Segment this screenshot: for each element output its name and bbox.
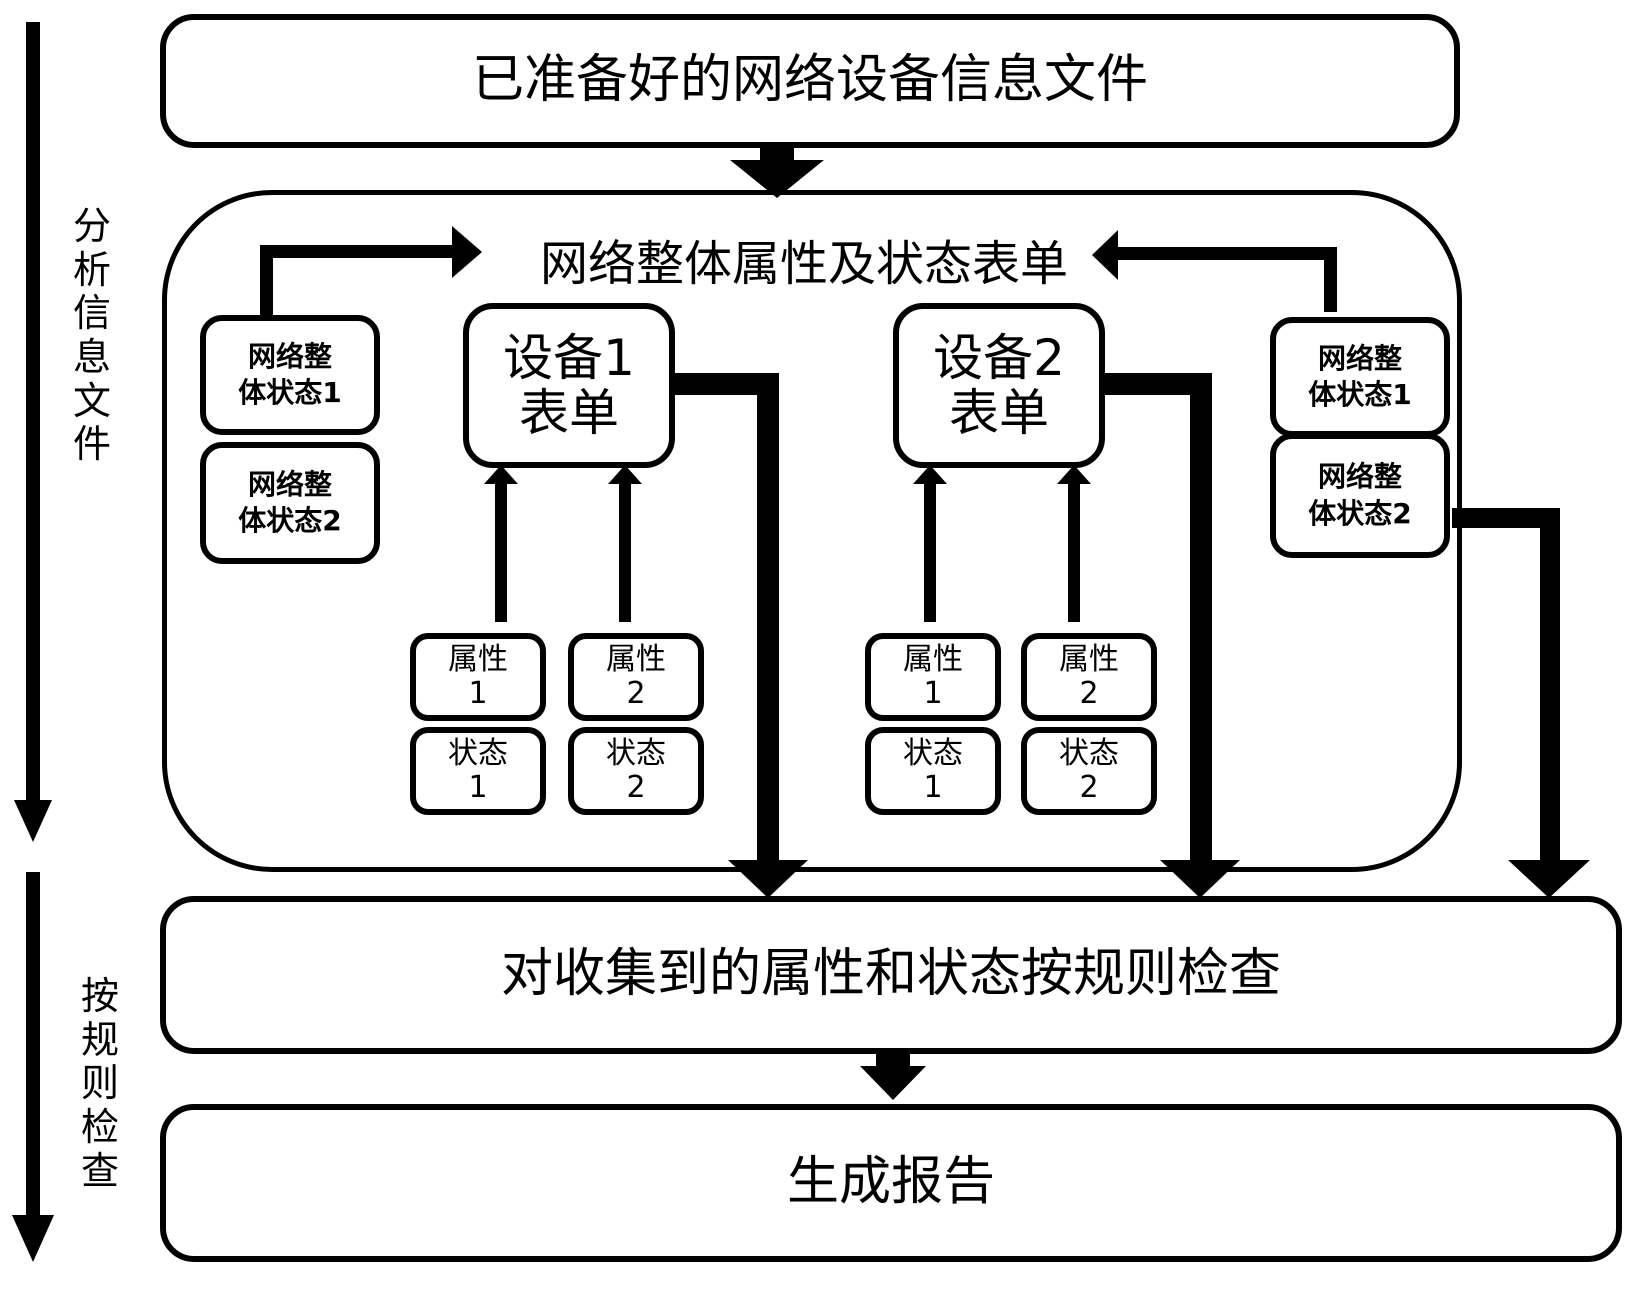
- generate-report-label: 生成报告: [786, 1152, 995, 1213]
- device-2-attribute-1: 属性 1: [865, 633, 1001, 721]
- device-line: 设备2: [933, 328, 1065, 387]
- phase-char: 查: [80, 1148, 119, 1193]
- item-line: 1: [468, 770, 488, 805]
- state-line: 体状态1: [1308, 378, 1412, 411]
- item-line: 1: [923, 770, 943, 805]
- generate-report-box: 生成报告: [160, 1104, 1622, 1262]
- arrow-check-to-report: [860, 1050, 926, 1100]
- phase-label-check: 按 规 则 检 查: [80, 974, 120, 1193]
- right-network-state-2: 网络整 体状态2: [1270, 433, 1450, 558]
- item-line: 属性: [903, 641, 963, 677]
- state-line: 网络整: [1317, 460, 1402, 494]
- phase-char: 息: [72, 335, 111, 380]
- device-1-form: 设备1 表单: [463, 303, 675, 468]
- item-line: 状态: [1059, 735, 1119, 771]
- rule-check-box: 对收集到的属性和状态按规则检查: [160, 896, 1622, 1054]
- item-line: 2: [626, 676, 646, 711]
- phase-char: 则: [80, 1061, 119, 1106]
- item-line: 1: [468, 676, 488, 711]
- phase-char: 析: [72, 247, 111, 292]
- device-line: 表单: [949, 383, 1049, 442]
- arrow-right-state-to-check: [1452, 508, 1590, 898]
- device-2-state-2: 状态 2: [1021, 727, 1157, 815]
- network-form-title: 网络整体属性及状态表单: [540, 236, 1069, 292]
- item-line: 2: [1079, 676, 1099, 711]
- item-line: 2: [626, 770, 646, 805]
- rule-check-label: 对收集到的属性和状态按规则检查: [500, 944, 1281, 1005]
- state-line: 网络整: [247, 467, 332, 501]
- state-line: 体状态2: [238, 504, 342, 537]
- item-line: 1: [923, 676, 943, 711]
- device-1-attribute-2: 属性 2: [568, 633, 704, 721]
- device-1-attribute-1: 属性 1: [410, 633, 546, 721]
- phase-char: 按: [80, 974, 119, 1018]
- phase-char: 检: [80, 1105, 119, 1150]
- state-line: 网络整: [247, 339, 332, 373]
- item-line: 状态: [606, 735, 666, 771]
- phase-arrow-analyze: [14, 22, 52, 842]
- item-line: 属性: [1059, 641, 1119, 677]
- left-network-state-1: 网络整 体状态1: [200, 315, 380, 435]
- state-line: 网络整: [1317, 341, 1402, 375]
- item-line: 属性: [448, 641, 508, 677]
- state-line: 体状态2: [1308, 496, 1412, 530]
- right-network-state-1: 网络整 体状态1: [1270, 317, 1450, 437]
- item-line: 状态: [448, 735, 508, 771]
- device-1-state-1: 状态 1: [410, 727, 546, 815]
- phase-char: 分: [72, 204, 111, 248]
- device-2-form: 设备2 表单: [893, 303, 1105, 468]
- device-line: 设备1: [503, 328, 635, 387]
- phase-arrow-check: [12, 872, 54, 1262]
- item-line: 属性: [606, 641, 666, 677]
- device-2-state-1: 状态 1: [865, 727, 1001, 815]
- phase-char: 件: [72, 422, 111, 467]
- item-line: 2: [1079, 770, 1099, 805]
- device-line: 表单: [519, 383, 619, 442]
- left-network-state-2: 网络整 体状态2: [200, 442, 380, 564]
- phase-char: 信: [72, 291, 111, 336]
- device-1-state-2: 状态 2: [568, 727, 704, 815]
- prepared-device-info-label: 已准备好的网络设备信息文件: [471, 50, 1148, 111]
- phase-char: 文: [72, 378, 111, 423]
- prepared-device-info-box: 已准备好的网络设备信息文件: [160, 14, 1460, 148]
- phase-label-analyze: 分 析 信 息 文 件: [72, 204, 112, 467]
- state-line: 体状态1: [238, 376, 342, 409]
- device-2-attribute-2: 属性 2: [1021, 633, 1157, 721]
- item-line: 状态: [903, 735, 963, 771]
- phase-char: 规: [80, 1017, 119, 1062]
